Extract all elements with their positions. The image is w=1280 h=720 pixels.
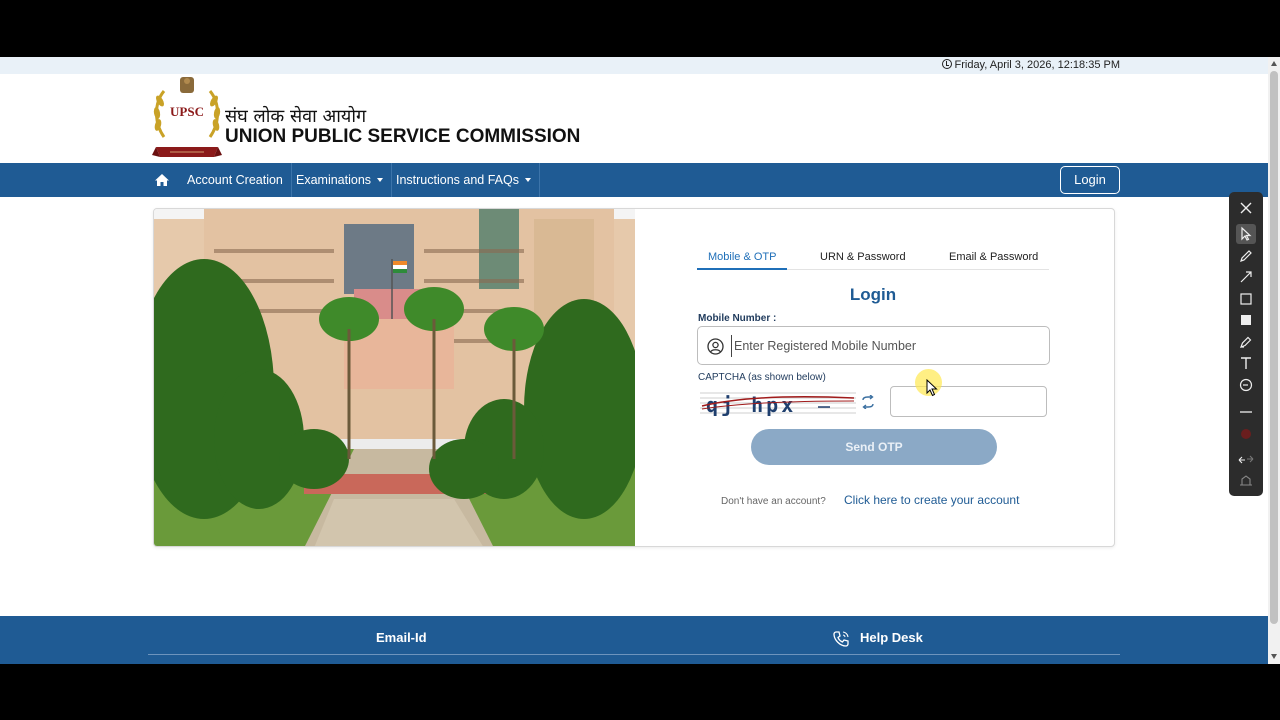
phone-icon xyxy=(833,631,849,647)
emblem-text: UPSC xyxy=(170,104,204,119)
mobile-number-input[interactable] xyxy=(731,335,1041,357)
clear-canvas-icon[interactable] xyxy=(1236,470,1256,490)
close-icon[interactable] xyxy=(1236,198,1256,218)
nav-item-label: Examinations xyxy=(296,173,372,187)
nav-item-label: Instructions and FAQs xyxy=(396,173,519,187)
clock-icon xyxy=(941,59,952,69)
main-navbar: Account Creation Examinations Instructio… xyxy=(0,163,1268,197)
refresh-captcha-icon[interactable] xyxy=(860,395,876,409)
mobile-number-label: Mobile Number : xyxy=(698,313,777,324)
scroll-up-arrow-icon[interactable] xyxy=(1271,61,1277,66)
mobile-number-field xyxy=(697,326,1050,365)
nav-account-creation[interactable]: Account Creation xyxy=(179,163,292,197)
tab-email-password[interactable]: Email & Password xyxy=(949,251,1038,263)
captcha-label: CAPTCHA (as shown below) xyxy=(698,372,826,383)
arrow-tool-icon[interactable] xyxy=(1236,267,1256,287)
scroll-down-arrow-icon[interactable] xyxy=(1271,654,1277,659)
upsc-emblem-logo: UPSC xyxy=(152,77,222,157)
hindi-org-name: संघ लोक सेवा आयोग xyxy=(225,106,367,127)
browser-viewport: Friday, April 3, 2026, 12:18:35 PM UPSC xyxy=(0,57,1280,664)
rectangle-filled-icon[interactable] xyxy=(1236,310,1256,330)
tab-mobile-otp[interactable]: Mobile & OTP xyxy=(708,251,776,263)
home-icon[interactable] xyxy=(153,171,171,189)
current-datetime: Friday, April 3, 2026, 12:18:35 PM xyxy=(941,59,1121,71)
user-circle-icon xyxy=(707,338,724,355)
nav-instructions-faqs-dropdown[interactable]: Instructions and FAQs xyxy=(388,163,540,197)
create-account-link[interactable]: Click here to create your account xyxy=(844,493,1019,507)
upsc-building-photo xyxy=(154,209,635,546)
english-org-name: UNION PUBLIC SERVICE COMMISSION xyxy=(225,126,581,147)
login-title: Login xyxy=(849,285,897,304)
color-picker-icon[interactable] xyxy=(1236,424,1256,444)
tab-urn-password[interactable]: URN & Password xyxy=(820,251,906,263)
highlighter-icon[interactable] xyxy=(1236,332,1256,352)
active-tab-indicator xyxy=(697,268,787,270)
top-info-bar: Friday, April 3, 2026, 12:18:35 PM xyxy=(0,57,1268,74)
text-tool-icon[interactable] xyxy=(1236,353,1256,373)
footer-email-id[interactable]: Email-Id xyxy=(376,630,427,645)
pencil-icon[interactable] xyxy=(1236,246,1256,266)
caret-down-icon xyxy=(377,178,384,182)
eraser-icon[interactable] xyxy=(1236,375,1256,395)
send-otp-button[interactable]: Send OTP xyxy=(751,429,997,465)
line-thickness-icon[interactable] xyxy=(1236,402,1256,422)
login-method-tabs: Mobile & OTP URN & Password Email & Pass… xyxy=(697,251,1049,269)
captcha-input[interactable] xyxy=(890,386,1047,417)
caret-down-icon xyxy=(524,178,531,182)
datetime-text: Friday, April 3, 2026, 12:18:35 PM xyxy=(954,59,1121,71)
nav-examinations-dropdown[interactable]: Examinations xyxy=(288,163,393,197)
nav-item-label: Account Creation xyxy=(187,173,283,187)
page-footer: Email-Id Help Desk xyxy=(0,616,1268,664)
footer-help-desk[interactable]: Help Desk xyxy=(860,630,923,645)
captcha-image: qj hpx xyxy=(700,389,856,417)
login-card: Mobile & OTP URN & Password Email & Pass… xyxy=(153,208,1115,547)
scrollbar-thumb[interactable] xyxy=(1270,71,1278,624)
login-button[interactable]: Login xyxy=(1060,166,1120,194)
mouse-cursor-icon xyxy=(926,379,938,397)
pointer-select-icon[interactable] xyxy=(1236,224,1256,244)
rectangle-outline-icon[interactable] xyxy=(1236,289,1256,309)
footer-divider xyxy=(148,654,1120,655)
undo-redo-icon[interactable] xyxy=(1236,450,1256,470)
vertical-scrollbar[interactable] xyxy=(1268,57,1280,664)
no-account-text: Don't have an account? xyxy=(721,496,826,507)
annotation-toolbar xyxy=(1229,192,1263,496)
